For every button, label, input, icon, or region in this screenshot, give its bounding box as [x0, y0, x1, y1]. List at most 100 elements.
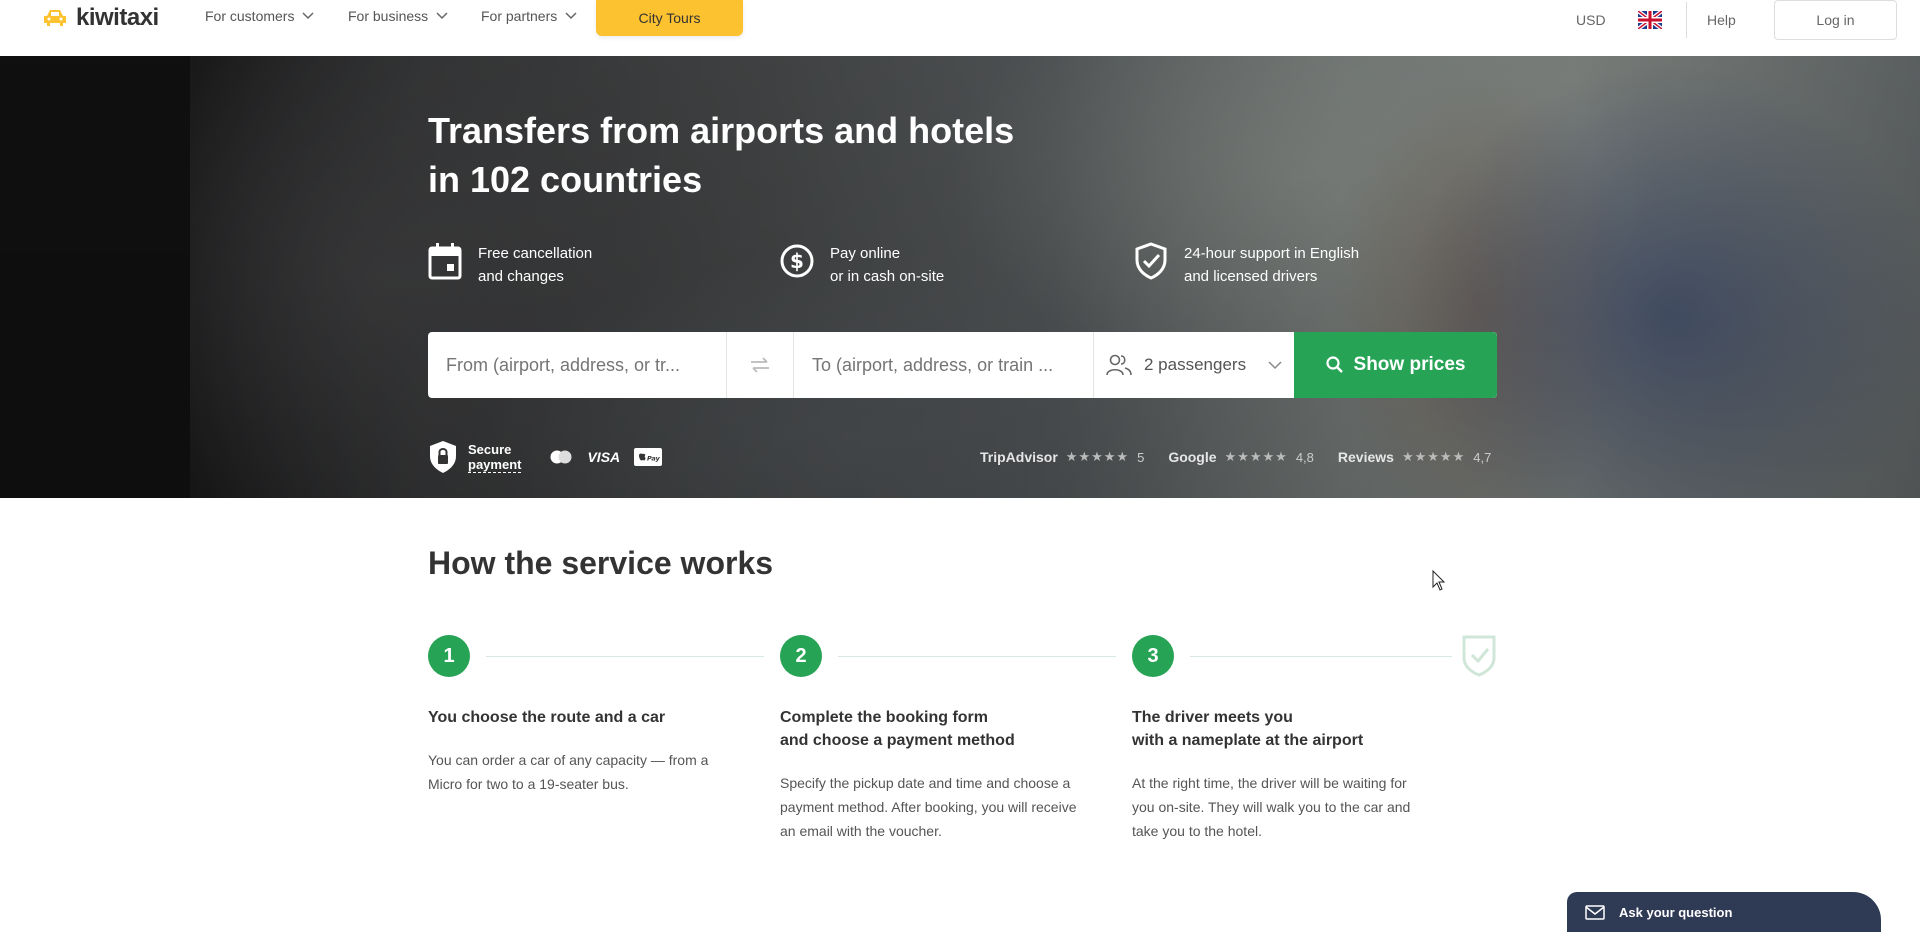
step-text-line: You can order a car of any capacity — fr… [428, 752, 709, 768]
hero-banner: Transfers from airports and hotels in 10… [0, 56, 1920, 498]
search-icon [1325, 356, 1343, 373]
lock-shield-icon [430, 441, 456, 473]
transfer-search-form: 2 passengers Show prices [428, 332, 1497, 398]
step-connector [486, 656, 764, 657]
rating-score: 5 [1137, 449, 1145, 465]
secure-payment-block: Secure payment VISA Pay [428, 440, 663, 474]
feature-line1: Pay online [830, 245, 901, 262]
step-number-2: 2 [780, 635, 822, 677]
rating-stars: ★★★★★ [1401, 449, 1466, 464]
nav-for-customers[interactable]: For customers [205, 8, 314, 24]
rating-stars: ★★★★★ [1065, 449, 1130, 464]
ratings-bar: TripAdvisor ★★★★★ 5 Google ★★★★★ 4,8 Rev… [980, 449, 1491, 465]
feature-line2: and changes [478, 268, 564, 285]
visa-icon: VISA [587, 449, 621, 465]
rating-stars: ★★★★★ [1224, 449, 1288, 464]
show-prices-label: Show prices [1353, 354, 1466, 375]
uk-flag-icon[interactable] [1638, 11, 1662, 29]
header-divider [1686, 2, 1687, 38]
secure-payment-link[interactable]: Secure payment [468, 442, 522, 473]
step-number-3: 3 [1132, 635, 1174, 677]
rating-google[interactable]: Google ★★★★★ 4,8 [1168, 449, 1314, 465]
step-text-line: take you to the hotel. [1132, 823, 1262, 839]
from-input[interactable] [428, 332, 726, 398]
secure-line1: Secure [468, 442, 512, 457]
help-link[interactable]: Help [1707, 12, 1736, 28]
swap-arrows-icon [751, 357, 769, 373]
feature-line1: 24-hour support in English [1184, 245, 1360, 262]
svg-text:$: $ [790, 249, 804, 273]
login-button[interactable]: Log in [1774, 0, 1897, 40]
step-title-line: with a nameplate at the airport [1132, 732, 1364, 749]
show-prices-button[interactable]: Show prices [1294, 332, 1497, 398]
swap-direction-button[interactable] [727, 332, 793, 398]
chevron-down-icon [436, 12, 448, 20]
step-text-line: At the right time, the driver will be wa… [1132, 775, 1407, 791]
hero-title-line1: Transfers from airports and hotels [428, 110, 1015, 151]
envelope-icon [1585, 904, 1605, 920]
feature-line1: Free cancellation [478, 245, 593, 262]
calendar-icon [428, 243, 462, 280]
apple-pay-icon: Pay [634, 448, 663, 466]
feature-free-cancellation: Free cancellation and changes [428, 242, 592, 288]
logo-text: kiwitaxi [76, 4, 159, 31]
nav-label: For customers [205, 8, 295, 24]
nav-for-business[interactable]: For business [348, 8, 448, 24]
step-text-line: Specify the pickup date and time and cho… [780, 775, 1071, 791]
chevron-down-icon [1268, 360, 1282, 369]
hero-title: Transfers from airports and hotels in 10… [428, 106, 1108, 204]
passengers-select[interactable]: 2 passengers [1094, 332, 1297, 398]
rating-reviews[interactable]: Reviews ★★★★★ 4,7 [1338, 449, 1491, 465]
mouse-cursor-icon [1432, 570, 1446, 591]
step-text-1: You can order a car of any capacity — fr… [428, 748, 708, 796]
step-title-line: The driver meets you [1132, 709, 1293, 726]
ask-question-chat-button[interactable]: Ask your question [1567, 892, 1881, 932]
step-title-line: Complete the booking form [780, 709, 988, 726]
taxi-car-icon [44, 10, 66, 26]
mastercard-icon [550, 450, 572, 464]
chat-label: Ask your question [1619, 904, 1733, 920]
nav-label: For partners [481, 8, 558, 24]
rating-source: Google [1168, 449, 1217, 465]
nav-for-partners[interactable]: For partners [481, 8, 577, 24]
chevron-down-icon [565, 12, 577, 20]
step-title-line: You choose the route and a car [428, 709, 666, 726]
rating-score: 4,8 [1295, 449, 1314, 465]
city-tours-button[interactable]: City Tours [596, 0, 743, 36]
step-title-line: and choose a payment method [780, 732, 1015, 749]
rating-source: Reviews [1337, 449, 1394, 465]
logo[interactable]: kiwitaxi [42, 4, 159, 32]
secure-line2: payment [468, 457, 522, 473]
apple-pay-text: Pay [647, 455, 661, 463]
feature-line2: and licensed drivers [1184, 268, 1318, 285]
rating-source: TripAdvisor [980, 449, 1058, 465]
rating-score: 4,7 [1473, 449, 1492, 465]
hero-title-line2: in 102 countries [428, 159, 703, 200]
shield-check-icon [1462, 635, 1496, 677]
users-icon [1106, 354, 1132, 376]
feature-line2: or in cash on-site [830, 268, 945, 285]
step-text-line: Micro for two to a 19-seater bus. [428, 776, 629, 792]
feature-pay-online: $ Pay online or in cash on-site [780, 242, 944, 288]
nav-label: For business [348, 8, 429, 24]
top-header: kiwitaxi For customers For business For … [0, 0, 1920, 56]
step-title-2: Complete the booking form and choose a p… [780, 706, 1015, 752]
step-text-line: payment method. After booking, you will … [780, 799, 1077, 815]
step-text-line: you on-site. They will walk you to the c… [1132, 799, 1411, 815]
to-input[interactable] [794, 332, 1093, 398]
chevron-down-icon [302, 12, 314, 20]
feature-support: 24-hour support in English and licensed … [1134, 242, 1359, 288]
rating-tripadvisor[interactable]: TripAdvisor ★★★★★ 5 [980, 449, 1144, 465]
step-title-3: The driver meets you with a nameplate at… [1132, 706, 1363, 752]
shield-check-icon [1135, 242, 1167, 280]
step-text-3: At the right time, the driver will be wa… [1132, 771, 1410, 843]
currency-selector[interactable]: USD [1576, 12, 1606, 28]
how-it-works-title: How the service works [428, 545, 774, 581]
step-connector [1190, 656, 1452, 657]
step-title-1: You choose the route and a car [428, 706, 665, 729]
step-connector [838, 656, 1116, 657]
step-text-2: Specify the pickup date and time and cho… [780, 771, 1077, 843]
step-text-line: an email with the voucher. [780, 823, 942, 839]
passengers-value: 2 passengers [1144, 355, 1247, 374]
payment-methods: VISA Pay [549, 448, 663, 466]
